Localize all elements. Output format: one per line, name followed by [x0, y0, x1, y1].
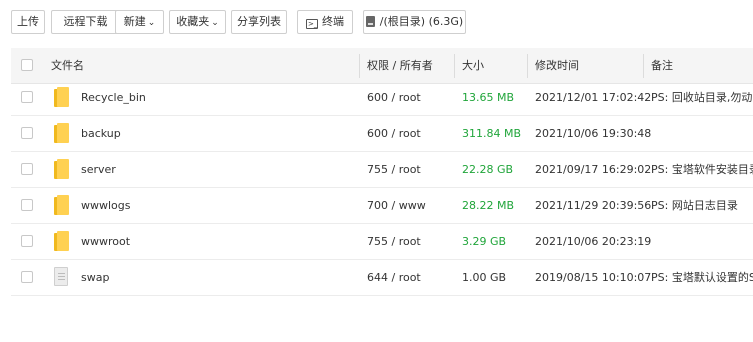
file-note: PS: 宝塔软件安装目录: [651, 163, 753, 176]
file-name[interactable]: wwwlogs: [81, 188, 131, 223]
row-checkbox[interactable]: [21, 163, 33, 175]
header-name[interactable]: 文件名: [51, 48, 84, 83]
file-note: PS: 宝塔默认设置的SWAP交换分区文件: [651, 271, 753, 284]
header-mtime[interactable]: 修改时间: [535, 48, 579, 83]
remote-download-label: 远程下载: [63, 15, 108, 28]
file-size: 13.65 MB: [462, 91, 515, 104]
file-perm[interactable]: 600 / root: [367, 116, 421, 151]
column-divider: [359, 54, 360, 78]
file-mtime: 2021/09/17 16:29:02: [535, 163, 652, 176]
upload-label: 上传: [17, 15, 39, 28]
favorites-label: 收藏夹: [176, 15, 210, 28]
header-note: 备注: [651, 59, 673, 72]
file-mtime: 2019/08/15 10:10:07: [535, 271, 652, 284]
table-row[interactable]: server 755 / root 22.28 GB 2021/09/17 16…: [11, 152, 753, 188]
folder-icon: [54, 159, 70, 179]
file-size: 22.28 GB: [462, 163, 514, 176]
path-label: /(根目录) (6.3G): [379, 15, 464, 28]
file-note: [651, 116, 753, 151]
share-list-button[interactable]: 分享列表: [231, 10, 287, 34]
file-mtime: 2021/10/06 19:30:48: [535, 127, 652, 140]
chevron-down-icon: ⌄: [211, 18, 219, 28]
file-name[interactable]: Recycle_bin: [81, 80, 146, 115]
table-row[interactable]: wwwroot 755 / root 3.29 GB 2021/10/06 20…: [11, 224, 753, 260]
remote-download-button[interactable]: 远程下载: [51, 10, 120, 34]
file-size: 1.00 GB: [462, 271, 507, 284]
table-row[interactable]: wwwlogs 700 / www 28.22 MB 2021/11/29 20…: [11, 188, 753, 224]
row-checkbox[interactable]: [21, 271, 33, 283]
file-perm[interactable]: 700 / www: [367, 188, 426, 223]
file-icon: [54, 267, 68, 286]
file-name[interactable]: swap: [81, 260, 109, 295]
table-row[interactable]: Recycle_bin 600 / root 13.65 MB 2021/12/…: [11, 80, 753, 116]
terminal-button[interactable]: >_ 终端: [297, 10, 353, 34]
file-size: 28.22 MB: [462, 199, 515, 212]
disk-icon: [365, 16, 375, 27]
table-row[interactable]: backup 600 / root 311.84 MB 2021/10/06 1…: [11, 116, 753, 152]
file-note: PS: 回收站目录,勿动: [651, 91, 753, 104]
file-name[interactable]: wwwroot: [81, 224, 130, 259]
file-perm[interactable]: 644 / root: [367, 260, 421, 295]
file-size: 3.29 GB: [462, 235, 507, 248]
file-size: 311.84 MB: [462, 127, 522, 140]
header-size[interactable]: 大小: [462, 48, 484, 83]
column-divider: [454, 54, 455, 78]
row-checkbox[interactable]: [21, 235, 33, 247]
select-all-checkbox[interactable]: [21, 59, 33, 71]
row-checkbox[interactable]: [21, 91, 33, 103]
file-perm[interactable]: 755 / root: [367, 224, 421, 259]
share-list-label: 分享列表: [237, 15, 281, 28]
file-note: PS: 网站日志目录: [651, 199, 738, 212]
header-perm[interactable]: 权限 / 所有者: [367, 48, 433, 83]
new-label: 新建: [123, 15, 146, 28]
file-mtime: 2021/12/01 17:02:42: [535, 91, 652, 104]
file-name[interactable]: backup: [81, 116, 121, 151]
table-header: 文件名 权限 / 所有者 大小 修改时间 备注: [11, 48, 753, 84]
folder-icon: [54, 195, 70, 215]
folder-icon: [54, 231, 70, 251]
upload-button[interactable]: 上传: [11, 10, 45, 34]
table-row[interactable]: swap 644 / root 1.00 GB 2019/08/15 10:10…: [11, 260, 753, 296]
row-checkbox[interactable]: [21, 127, 33, 139]
chevron-down-icon: ⌄: [147, 18, 156, 28]
row-checkbox[interactable]: [21, 199, 33, 211]
column-divider: [643, 54, 644, 78]
file-mtime: 2021/11/29 20:39:56: [535, 199, 652, 212]
file-perm[interactable]: 755 / root: [367, 152, 421, 187]
folder-icon: [54, 87, 70, 107]
file-mtime: 2021/10/06 20:23:19: [535, 235, 652, 248]
new-dropdown-button[interactable]: 新建 ⌄: [115, 10, 164, 34]
folder-icon: [54, 123, 70, 143]
column-divider: [527, 54, 528, 78]
terminal-label: 终端: [322, 15, 344, 28]
favorites-dropdown-button[interactable]: 收藏夹 ⌄: [169, 10, 226, 34]
path-button[interactable]: /(根目录) (6.3G): [363, 10, 466, 34]
file-note: [651, 224, 753, 259]
terminal-icon: >_: [306, 19, 318, 29]
file-perm[interactable]: 600 / root: [367, 80, 421, 115]
file-name[interactable]: server: [81, 152, 116, 187]
